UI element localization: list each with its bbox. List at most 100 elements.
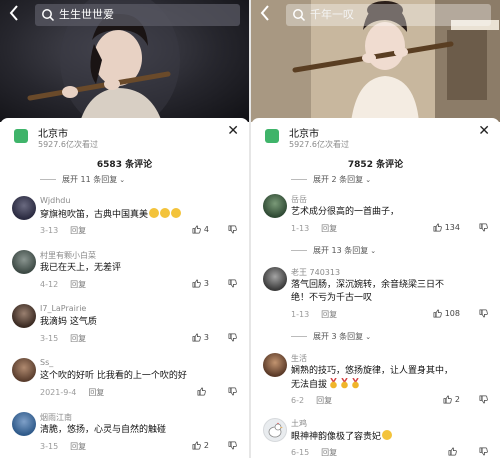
reply-button[interactable]: 回复 [70, 226, 86, 235]
medal-emoji-icon [330, 378, 337, 389]
like-button[interactable]: 3 [192, 333, 209, 342]
expand-replies-label: 展开 11 条回复 [62, 175, 118, 184]
avatar[interactable] [263, 267, 287, 291]
comment-text-content: 眼神神韵像极了容贵妃 [291, 432, 382, 442]
reply-button[interactable]: 回复 [70, 442, 86, 451]
divider [291, 179, 307, 180]
comment-meta: 1-13 回复 [291, 309, 337, 320]
avatar[interactable] [12, 412, 36, 436]
comment-meta: 3-13 回复 [40, 225, 86, 236]
expand-replies-button[interactable]: 展开 13 条回复 ⌄ [291, 245, 376, 256]
video-player[interactable]: 千年一叹 [251, 0, 500, 122]
reply-button[interactable]: 回复 [70, 334, 86, 343]
smile-emoji-icon [171, 208, 182, 218]
comment-sheet: 北京市 5927.6亿次看过 ✕ 6583 条评论 展开 11 条回复 ⌄ Wj… [0, 118, 249, 458]
thumbs-down-icon[interactable] [228, 441, 237, 450]
location-pin-icon[interactable] [265, 129, 279, 143]
comment-username[interactable]: 土鸡 [291, 418, 307, 429]
comment-username[interactable]: 生活 [291, 353, 307, 364]
avatar[interactable] [12, 358, 36, 382]
comment-text: 落气回肠，深沉婉转，余音绕梁三日不绝！不亏为千古一叹 [291, 280, 445, 303]
like-button[interactable]: 3 [192, 279, 209, 288]
comment-date: 3-15 [40, 442, 59, 451]
chevron-down-icon: ⌄ [365, 175, 372, 184]
thumbs-up-icon [448, 447, 457, 456]
avatar[interactable] [263, 194, 287, 218]
back-button[interactable] [259, 4, 277, 24]
thumbs-down-icon[interactable] [228, 279, 237, 288]
location-pin-icon[interactable] [14, 129, 28, 143]
comment-date: 6-2 [291, 396, 305, 405]
like-button[interactable]: 134 [433, 223, 460, 232]
comment-username[interactable]: 岳岳 [291, 194, 307, 205]
reply-button[interactable]: 回复 [321, 448, 337, 457]
avatar[interactable] [12, 304, 36, 328]
avatar[interactable] [263, 353, 287, 377]
like-button[interactable]: 108 [433, 309, 460, 318]
thumbs-down-icon[interactable] [479, 447, 488, 456]
right-screenshot-panel: 千年一叹 北京市 5927.6亿次看过 ✕ 7852 条评论 展开 2 条回复 … [251, 0, 500, 458]
medal-emoji-icon [341, 378, 348, 389]
comment-username[interactable]: 村里有颗小白菜 [40, 250, 96, 261]
comment-date: 1-13 [291, 224, 310, 233]
smile-emoji-icon [149, 208, 160, 218]
comment-username[interactable]: 老王 740313 [291, 267, 340, 278]
thumbs-up-icon [443, 395, 452, 404]
reply-button[interactable]: 回复 [321, 224, 337, 233]
top-bar: 生生世世爱 [0, 0, 249, 30]
divider [40, 179, 56, 180]
thumbs-up-icon [433, 309, 442, 318]
left-screenshot-panel: 生生世世爱 北京市 5927.6亿次看过 ✕ 6583 条评论 展开 11 条回… [0, 0, 249, 458]
comment-text-content: 穿旗袍吹笛，古典中国真美 [40, 210, 149, 220]
thumbs-down-icon[interactable] [479, 223, 488, 232]
thumbs-down-icon[interactable] [479, 309, 488, 318]
divider [291, 336, 307, 337]
expand-replies-button[interactable]: 展开 3 条回复 ⌄ [291, 331, 371, 342]
reply-button[interactable]: 回复 [316, 396, 332, 405]
thumbs-up-icon [192, 225, 201, 234]
comment-username[interactable]: I7_LaPrairie [40, 304, 86, 313]
reply-button[interactable]: 回复 [70, 280, 86, 289]
thumbs-down-icon[interactable] [228, 387, 237, 396]
comment-text: 我已在天上，无差评 [40, 263, 122, 273]
comment-username[interactable]: Ss_ [40, 358, 53, 367]
reply-button[interactable]: 回复 [88, 388, 104, 397]
close-icon: ✕ [478, 123, 490, 139]
close-icon: ✕ [227, 123, 239, 139]
like-button[interactable]: 2 [443, 395, 460, 404]
like-count: 4 [203, 225, 209, 234]
search-input[interactable]: 千年一叹 [286, 4, 491, 26]
thumbs-down-icon[interactable] [228, 333, 237, 342]
comment-text: 艺术成分很高的一首曲子， [291, 207, 400, 217]
comment-meta: 3-15 回复 [40, 333, 86, 344]
avatar[interactable] [263, 418, 287, 442]
expand-replies-button[interactable]: 展开 2 条回复 ⌄ [291, 174, 371, 185]
top-bar: 千年一叹 [251, 0, 500, 30]
comment-username[interactable]: 烟雨江南 [40, 412, 72, 423]
like-button[interactable] [197, 387, 209, 396]
smile-emoji-icon [160, 208, 171, 218]
close-button[interactable]: ✕ [478, 123, 490, 139]
location-name[interactable]: 北京市 [38, 125, 68, 140]
expand-replies-button[interactable]: 展开 11 条回复 ⌄ [40, 174, 125, 185]
video-player[interactable]: 生生世世爱 [0, 0, 249, 122]
chicken-avatar-icon [268, 422, 283, 438]
thumbs-up-icon [433, 223, 442, 232]
comment-date: 4-12 [40, 280, 59, 289]
thumbs-down-icon[interactable] [479, 395, 488, 404]
expand-replies-label: 展开 3 条回复 [313, 332, 364, 341]
like-button[interactable]: 4 [192, 225, 209, 234]
thumbs-down-icon[interactable] [228, 225, 237, 234]
grin-emoji-icon [382, 430, 393, 440]
location-name[interactable]: 北京市 [289, 125, 319, 140]
chevron-left-icon [260, 5, 269, 21]
like-button[interactable] [448, 447, 460, 456]
avatar[interactable] [12, 196, 36, 220]
avatar[interactable] [12, 250, 36, 274]
back-button[interactable] [8, 4, 26, 24]
search-input[interactable]: 生生世世爱 [35, 4, 240, 26]
comment-username[interactable]: Wjdhdu [40, 196, 70, 205]
like-button[interactable]: 2 [192, 441, 209, 450]
reply-button[interactable]: 回复 [321, 310, 337, 319]
close-button[interactable]: ✕ [227, 123, 239, 139]
